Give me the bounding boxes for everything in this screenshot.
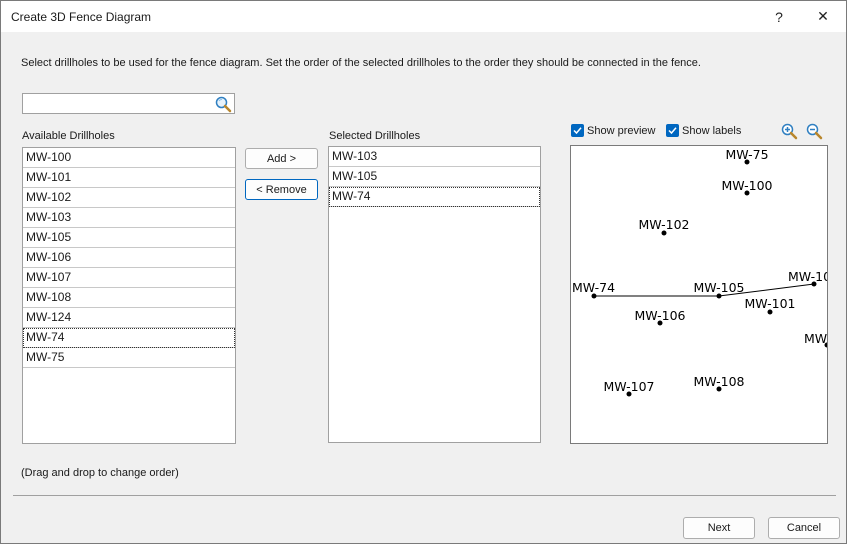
drillhole-label: MW-101 (744, 296, 795, 311)
drillhole-label: MW-106 (634, 308, 685, 323)
show-labels-checkbox[interactable]: Show labels (666, 124, 741, 137)
remove-button[interactable]: < Remove (245, 179, 318, 200)
drillhole-label: MW-75 (725, 147, 768, 162)
close-icon: ✕ (817, 8, 829, 24)
drillhole-label: MW-105 (693, 280, 744, 295)
selected-drillholes-label: Selected Drillholes (329, 130, 421, 142)
drillhole-label: MW-108 (693, 374, 744, 389)
show-preview-checkbox[interactable]: Show preview (571, 124, 655, 137)
show-labels-label: Show labels (682, 124, 742, 137)
list-item[interactable]: MW-107 (23, 268, 235, 288)
list-item[interactable]: MW-105 (23, 228, 235, 248)
list-item[interactable]: MW-74 (23, 328, 235, 348)
list-item[interactable]: MW-103 (23, 208, 235, 228)
show-preview-label: Show preview (587, 124, 656, 137)
drillhole-label: MW-74 (572, 280, 615, 295)
add-button[interactable]: Add > (245, 148, 318, 169)
list-item[interactable]: MW-74 (329, 187, 540, 207)
fence-preview-svg: MW-75 MW-100 MW-102 MW-74 MW-105 MW-10 M… (572, 147, 828, 397)
fence-preview-canvas[interactable]: MW-75 MW-100 MW-102 MW-74 MW-105 MW-10 M… (570, 145, 828, 444)
window-title: Create 3D Fence Diagram (11, 10, 152, 24)
available-drillholes-list[interactable]: MW-100 MW-101 MW-102 MW-103 MW-105 MW-106 MW-1… (22, 147, 236, 444)
drillhole-label: MW-10 (788, 269, 828, 284)
list-item[interactable]: MW-100 (23, 148, 235, 168)
list-item[interactable]: MW-101 (23, 168, 235, 188)
help-icon: ? (775, 8, 783, 25)
list-item[interactable]: MW-108 (23, 288, 235, 308)
dialog-window: Create 3D Fence Diagram ? ✕ Select drill… (0, 0, 847, 544)
list-item[interactable]: MW-103 (329, 147, 540, 167)
list-item[interactable]: MW-75 (23, 348, 235, 368)
list-item[interactable]: MW-106 (23, 248, 235, 268)
zoom-in-icon[interactable] (780, 122, 798, 140)
close-button[interactable]: ✕ (803, 1, 843, 32)
checkmark-icon (571, 124, 584, 137)
zoom-out-icon[interactable] (805, 122, 823, 140)
list-item[interactable]: MW-102 (23, 188, 235, 208)
search-icon[interactable] (214, 95, 232, 113)
next-button[interactable]: Next (683, 517, 755, 539)
search-box[interactable] (22, 93, 235, 114)
selected-drillholes-list[interactable]: MW-103 MW-105 MW-74 (328, 146, 541, 443)
list-item[interactable]: MW-105 (329, 167, 540, 187)
cancel-button[interactable]: Cancel (768, 517, 840, 539)
footer-separator (13, 495, 836, 496)
title-bar: Create 3D Fence Diagram ? ✕ (1, 1, 846, 32)
checkmark-icon (666, 124, 679, 137)
drag-drop-hint: (Drag and drop to change order) (21, 467, 179, 479)
instructions-text: Select drillholes to be used for the fen… (21, 57, 701, 69)
search-input[interactable] (25, 95, 211, 112)
drillhole-label: MW-107 (603, 379, 654, 394)
drillhole-label: MW-102 (638, 217, 689, 232)
available-drillholes-label: Available Drillholes (22, 130, 115, 142)
help-button[interactable]: ? (759, 1, 799, 32)
drillhole-label: MW-100 (721, 178, 772, 193)
drillhole-label: MW (804, 331, 827, 346)
list-item[interactable]: MW-124 (23, 308, 235, 328)
